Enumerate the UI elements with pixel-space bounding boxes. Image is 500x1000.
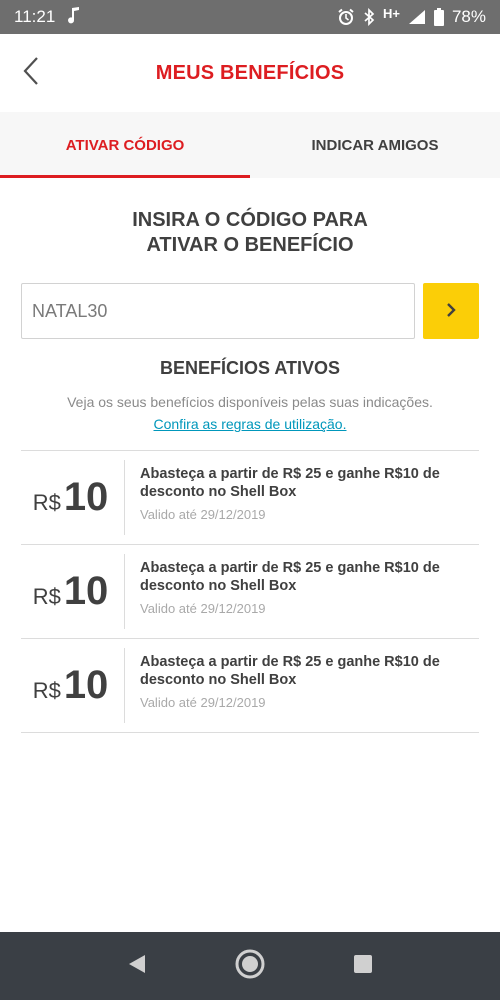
rules-link-wrapper: Confira as regras de utilização. xyxy=(0,416,500,432)
battery-icon xyxy=(433,8,444,26)
network-type: H+ xyxy=(382,5,400,21)
back-button[interactable] xyxy=(12,54,50,92)
code-input[interactable] xyxy=(21,283,415,339)
signal-icon xyxy=(408,9,426,25)
system-nav-bar xyxy=(0,932,500,1000)
benefit-amount: R$ 10 xyxy=(21,451,124,544)
tab-indicar-amigos[interactable]: INDICAR AMIGOS xyxy=(250,112,500,178)
benefit-valid-date: Valido até 29/12/2019 xyxy=(140,507,266,522)
submit-code-button[interactable] xyxy=(423,283,479,339)
square-recents-icon xyxy=(353,954,373,979)
benefit-card[interactable]: R$ 10 Abasteça a partir de R$ 25 e ganhe… xyxy=(21,451,479,545)
bluetooth-icon xyxy=(363,8,375,26)
nav-home-button[interactable] xyxy=(226,942,274,990)
triangle-back-icon xyxy=(127,953,147,980)
benefit-amount: R$ 10 xyxy=(21,545,124,638)
benefit-value: 10 xyxy=(63,569,109,613)
page-title: MEUS BENEFÍCIOS xyxy=(155,61,345,84)
status-bar: 11:21 H+ 78% xyxy=(0,0,500,34)
benefit-list: R$ 10 Abasteça a partir de R$ 25 e ganhe… xyxy=(21,450,479,733)
benefit-value: 10 xyxy=(63,663,109,707)
music-note-icon xyxy=(67,6,81,29)
benefit-currency: R$ xyxy=(32,583,61,609)
battery-level: 78% xyxy=(451,7,486,26)
benefit-valid-date: Valido até 29/12/2019 xyxy=(140,695,266,710)
benefit-currency: R$ xyxy=(32,489,61,515)
benefit-currency: R$ xyxy=(32,677,61,703)
benefit-amount: R$ 10 xyxy=(21,639,124,732)
benefit-description: Abasteça a partir de R$ 25 e ganhe R$10 … xyxy=(140,654,440,688)
benefit-value: 10 xyxy=(63,475,109,519)
benefit-card[interactable]: R$ 10 Abasteça a partir de R$ 25 e ganhe… xyxy=(21,639,479,733)
benefit-card[interactable]: R$ 10 Abasteça a partir de R$ 25 e ganhe… xyxy=(21,545,479,639)
benefit-valid-date: Valido até 29/12/2019 xyxy=(140,601,266,616)
benefit-info: Abasteça a partir de R$ 25 e ganhe R$10 … xyxy=(125,545,479,638)
chevron-left-icon xyxy=(21,56,41,91)
status-time: 11:21 xyxy=(14,7,56,26)
alarm-icon xyxy=(337,8,355,26)
circle-home-icon xyxy=(234,948,266,985)
benefit-description: Abasteça a partir de R$ 25 e ganhe R$10 … xyxy=(140,466,440,500)
benefits-heading: BENEFÍCIOS ATIVOS xyxy=(159,358,341,378)
code-form xyxy=(21,283,479,339)
benefit-info: Abasteça a partir de R$ 25 e ganhe R$10 … xyxy=(125,639,479,732)
nav-back-button[interactable] xyxy=(113,942,161,990)
benefit-description: Abasteça a partir de R$ 25 e ganhe R$10 … xyxy=(140,560,440,594)
nav-recents-button[interactable] xyxy=(339,942,387,990)
code-heading-line2: ATIVAR O BENEFÍCIO xyxy=(146,234,354,256)
benefits-subtitle: Veja os seus benefícios disponíveis pela… xyxy=(67,394,433,410)
rules-link[interactable]: Confira as regras de utilização. xyxy=(154,416,347,432)
code-heading: INSIRA O CÓDIGO PARA ATIVAR O BENEFÍCIO xyxy=(0,208,500,258)
tab-ativar-codigo[interactable]: ATIVAR CÓDIGO xyxy=(0,112,250,178)
tab-bar: ATIVAR CÓDIGO INDICAR AMIGOS xyxy=(0,112,500,178)
app-header: MEUS BENEFÍCIOS xyxy=(0,34,500,112)
benefit-info: Abasteça a partir de R$ 25 e ganhe R$10 … xyxy=(125,451,479,544)
code-heading-line1: INSIRA O CÓDIGO PARA xyxy=(132,209,368,231)
chevron-right-icon xyxy=(445,302,457,321)
